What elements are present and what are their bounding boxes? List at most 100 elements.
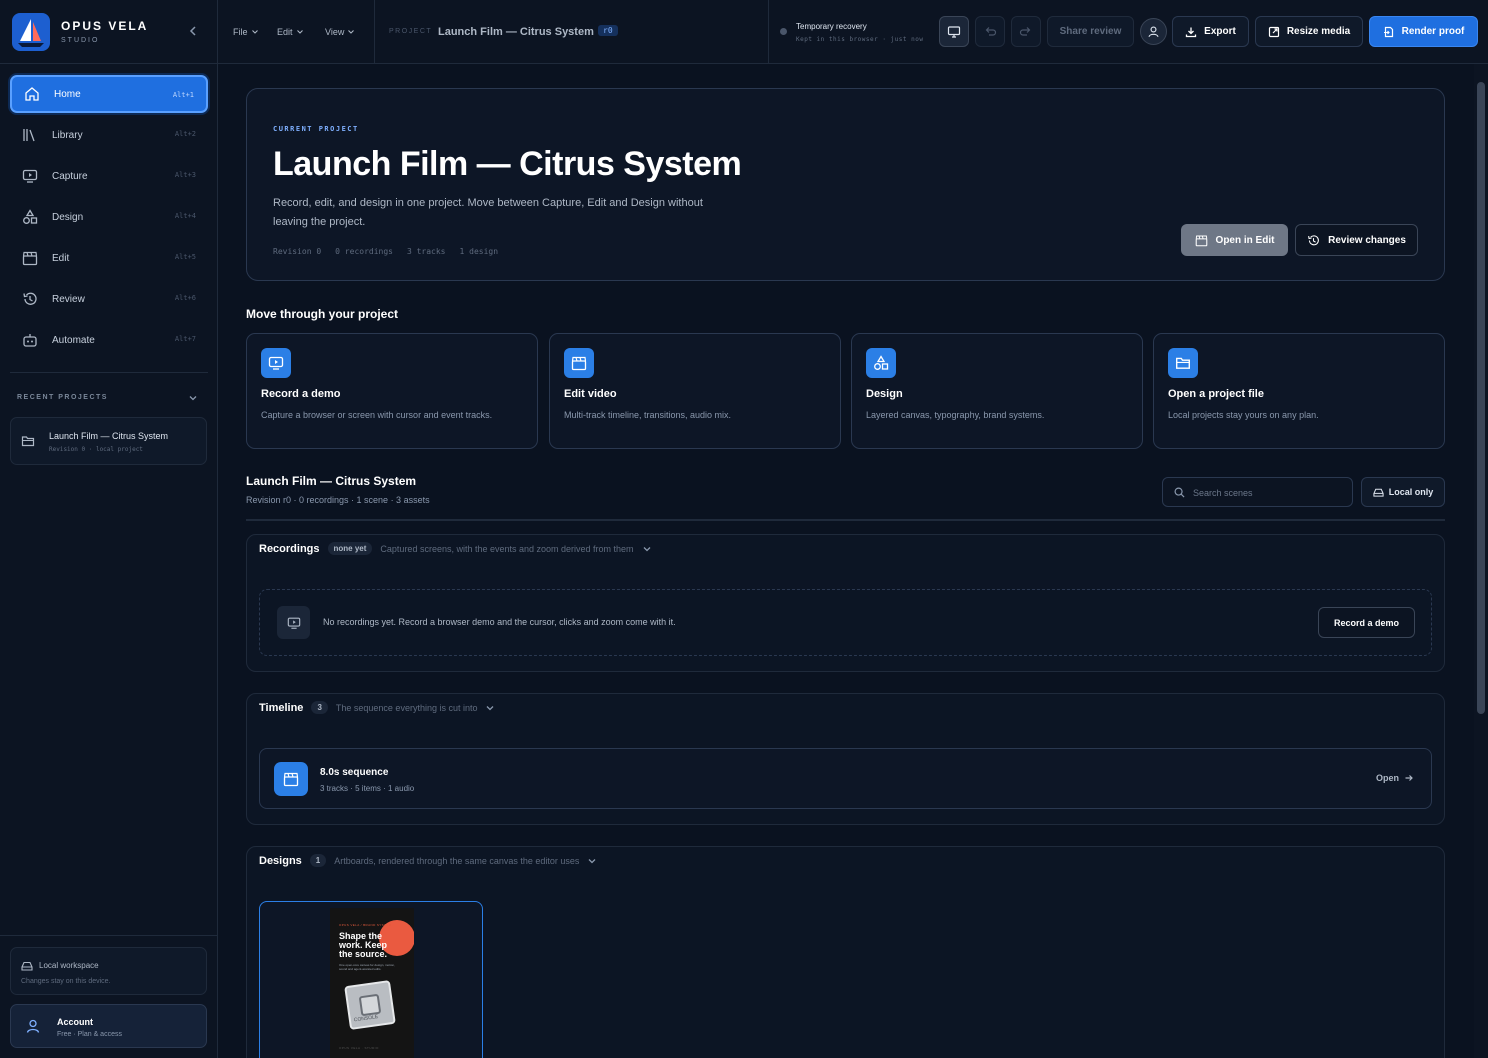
nav-label: Library	[52, 129, 83, 141]
chevron-down-icon	[348, 30, 355, 34]
recent-project-item[interactable]: Launch Film — Citrus System Revision 0 ·…	[10, 417, 207, 465]
scrollbar[interactable]	[1474, 64, 1488, 1058]
project-summary: Revision r0 · 0 recordings · 1 scene · 3…	[246, 495, 430, 505]
sail-logo-icon[interactable]	[12, 13, 50, 51]
clapper-icon	[274, 762, 308, 796]
card-desc: Multi-track timeline, transitions, audio…	[564, 410, 732, 420]
divider	[768, 0, 769, 64]
clapper-icon	[1195, 235, 1207, 246]
meta-designs: 1 design	[459, 247, 499, 256]
local-workspace-desc: Changes stay on this device.	[21, 978, 111, 985]
recovery-desc: Kept in this browser · just now	[796, 36, 924, 43]
sequence-meta: 3 tracks · 5 items · 1 audio	[320, 784, 415, 793]
recent-project-meta: Revision 0 · local project	[49, 446, 143, 453]
button-label: Open in Edit	[1215, 234, 1275, 246]
card-record-demo[interactable]: Record a demo Capture a browser or scree…	[246, 333, 538, 449]
search-icon	[1174, 487, 1185, 498]
nav-automate[interactable]: Automate Alt+7	[10, 321, 208, 359]
panel-desc: Artboards, rendered through the same can…	[334, 855, 580, 866]
meta-recordings: 0 recordings	[335, 247, 393, 256]
export-button[interactable]: Export	[1172, 16, 1249, 47]
local-only-toggle[interactable]: Local only	[1361, 477, 1445, 507]
home-icon	[24, 86, 40, 102]
search-input[interactable]	[1193, 484, 1343, 502]
card-edit-video[interactable]: Edit video Multi-track timeline, transit…	[549, 333, 841, 449]
nav-library[interactable]: Library Alt+2	[10, 116, 208, 154]
nav-shortcut: Alt+3	[174, 171, 196, 179]
undo-button[interactable]	[975, 16, 1005, 47]
card-title: Open a project file	[1168, 388, 1264, 400]
nav-shortcut: Alt+6	[174, 294, 196, 302]
button-label: Resize media	[1286, 26, 1351, 37]
search-scenes-field[interactable]	[1162, 477, 1353, 507]
file-export-icon	[1383, 26, 1393, 37]
design-icon	[22, 209, 38, 225]
chevron-down-icon	[296, 30, 303, 34]
review-changes-button[interactable]: Review changes	[1295, 224, 1418, 256]
panel-title: Designs	[259, 854, 302, 867]
divider	[10, 372, 208, 373]
resize-media-button[interactable]: Resize media	[1255, 16, 1363, 47]
open-sequence-button[interactable]: Open	[1376, 773, 1414, 783]
designs-header[interactable]: Designs 1 Artboards, rendered through th…	[259, 854, 597, 867]
render-proof-button[interactable]: Render proof	[1369, 16, 1478, 47]
panel-desc: Captured screens, with the events and zo…	[380, 543, 634, 554]
card-title: Edit video	[564, 388, 617, 400]
menu-view[interactable]: View	[325, 27, 355, 37]
nav-design[interactable]: Design Alt+4	[10, 198, 208, 236]
recordings-empty-state: No recordings yet. Record a browser demo…	[259, 589, 1432, 656]
recordings-header[interactable]: Recordings none yet Captured screens, wi…	[259, 542, 652, 555]
screen-preview-button[interactable]	[939, 16, 969, 47]
user-icon	[25, 1018, 41, 1034]
user-avatar-button[interactable]	[1140, 18, 1167, 45]
chevron-down-icon[interactable]	[188, 393, 198, 403]
design-artboard-card[interactable]: OPUS VELA / BRAND SYSTEM Shape the work.…	[259, 901, 483, 1058]
panel-title: Recordings	[259, 542, 320, 555]
monitor-icon	[947, 25, 961, 38]
panel-badge: 3	[311, 701, 328, 714]
menu-file[interactable]: File	[233, 27, 259, 37]
share-review-button[interactable]: Share review	[1047, 16, 1134, 47]
clapper-icon	[564, 348, 594, 378]
account-button[interactable]: Account Free · Plan & access	[10, 1004, 207, 1048]
panel-title: Timeline	[259, 701, 304, 714]
card-desc: Local projects stay yours on any plan.	[1168, 410, 1319, 420]
revision-badge: r0	[598, 25, 618, 36]
scrollbar-thumb[interactable]	[1477, 82, 1485, 714]
redo-button[interactable]	[1011, 16, 1041, 47]
nav-edit[interactable]: Edit Alt+5	[10, 239, 208, 277]
timeline-header[interactable]: Timeline 3 The sequence everything is cu…	[259, 701, 495, 714]
divider	[0, 935, 218, 936]
record-demo-button[interactable]: Record a demo	[1318, 607, 1415, 638]
design-icon	[866, 348, 896, 378]
nav-capture[interactable]: Capture Alt+3	[10, 157, 208, 195]
recovery-status-dot	[780, 28, 787, 35]
project-title[interactable]: Launch Film — Citrus System	[438, 26, 594, 38]
divider	[246, 519, 1445, 521]
history-icon	[22, 291, 38, 307]
open-in-edit-button[interactable]: Open in Edit	[1181, 224, 1288, 256]
artboard-subtext: One open-core canvas for design, motion,…	[339, 963, 395, 971]
nav-review[interactable]: Review Alt+6	[10, 280, 208, 318]
card-open-project-file[interactable]: Open a project file Local projects stay …	[1153, 333, 1445, 449]
card-design[interactable]: Design Layered canvas, typography, brand…	[851, 333, 1143, 449]
card-title: Record a demo	[261, 388, 341, 400]
main-content: CURRENT PROJECT Launch Film — Citrus Sys…	[218, 64, 1488, 1058]
flow-heading: Move through your project	[246, 307, 399, 321]
collapse-sidebar-chevron-left-icon[interactable]	[186, 24, 200, 38]
menu-label: Edit	[277, 27, 293, 37]
menu-edit[interactable]: Edit	[277, 27, 304, 37]
designs-panel: Designs 1 Artboards, rendered through th…	[246, 846, 1445, 1058]
menu-label: File	[233, 27, 248, 37]
nav-home[interactable]: Home Alt+1	[10, 75, 208, 113]
sequence-row[interactable]: 8.0s sequence 3 tracks · 5 items · 1 aud…	[259, 748, 1432, 809]
nav-label: Capture	[52, 170, 88, 182]
capture-icon	[22, 168, 38, 184]
account-desc: Free · Plan & access	[57, 1031, 122, 1038]
local-workspace-card[interactable]: Local workspace Changes stay on this dev…	[10, 947, 207, 995]
brand-header: OPUS VELA STUDIO	[0, 0, 218, 64]
drive-icon	[1373, 488, 1384, 497]
nav-shortcut: Alt+7	[174, 335, 196, 343]
recent-projects-heading: RECENT PROJECTS	[17, 394, 108, 401]
folder-icon	[1168, 348, 1198, 378]
